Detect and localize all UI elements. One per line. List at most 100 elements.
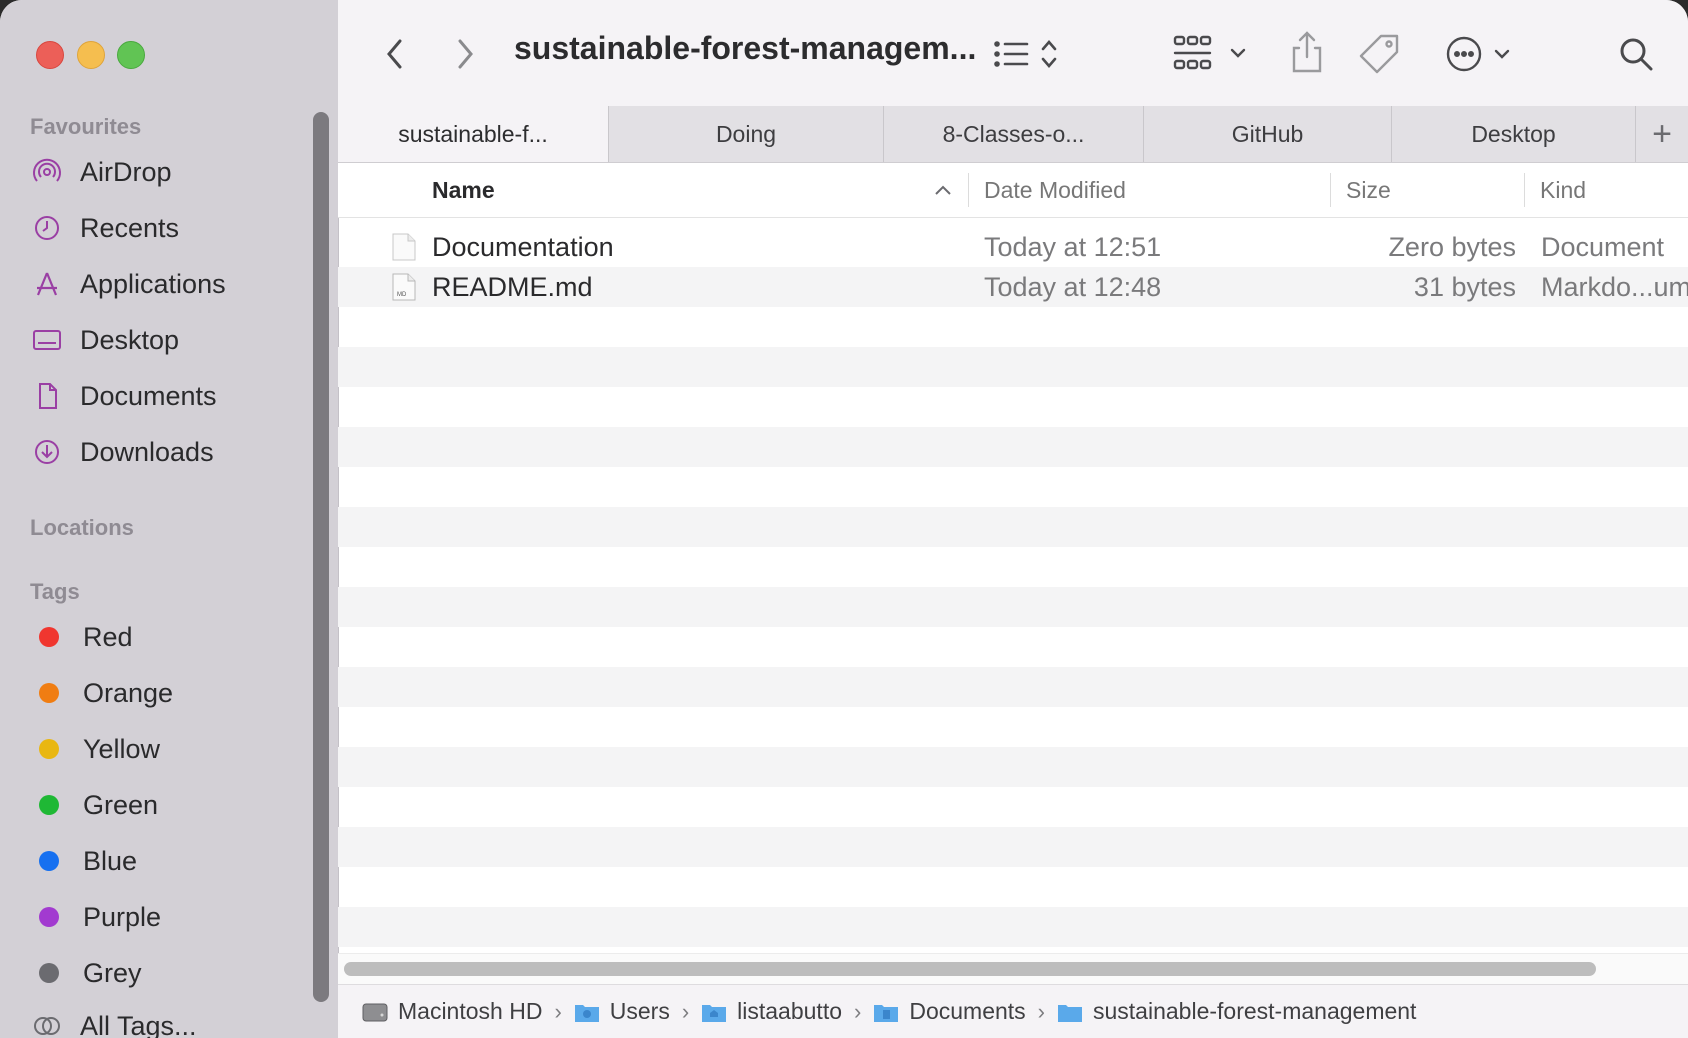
minimize-window-button[interactable]	[77, 41, 105, 69]
file-size: Zero bytes	[1388, 232, 1516, 262]
sidebar-item-label: AirDrop	[80, 156, 172, 187]
documents-folder-icon	[874, 1004, 899, 1022]
column-size[interactable]: Size	[1346, 177, 1391, 204]
search-icon	[1620, 38, 1653, 71]
tab-8-classes[interactable]: 8-Classes-o...	[884, 106, 1144, 162]
sidebar-item-airdrop[interactable]: AirDrop	[32, 150, 322, 194]
sidebar-tag-red[interactable]: Red	[32, 615, 322, 659]
sidebar-item-label: Orange	[83, 677, 174, 708]
list-view-icon	[994, 40, 1057, 68]
tag-icon	[1359, 34, 1399, 74]
share-icon	[1292, 31, 1322, 73]
applications-icon	[32, 269, 62, 299]
path-item-documents[interactable]: Documents	[873, 998, 1026, 1025]
sidebar-item-label: Purple	[83, 901, 162, 932]
sidebar-tag-blue[interactable]: Blue	[32, 839, 322, 883]
file-kind: Markdo...ument	[1541, 272, 1688, 302]
tag-color-dot	[39, 795, 59, 815]
sidebar-item-label: Blue	[83, 845, 138, 876]
document-icon	[32, 381, 62, 411]
sidebar-item-label: Applications	[80, 268, 226, 299]
sidebar-tag-orange[interactable]: Orange	[32, 671, 322, 715]
empty-rows	[338, 307, 1688, 947]
tab-bar: sustainable-f... Doing 8-Classes-o... Gi…	[338, 106, 1688, 163]
column-header: Name Date Modified Size Kind	[338, 163, 1688, 218]
path-separator: ›	[681, 998, 690, 1024]
forward-button[interactable]	[448, 34, 482, 74]
locations-heading: Locations	[30, 515, 134, 540]
tag-color-dot	[39, 851, 59, 871]
tag-color-dot	[39, 627, 59, 647]
file-name: README.md	[432, 272, 593, 302]
sort-ascending-icon[interactable]	[934, 183, 952, 197]
more-actions-button[interactable]	[1444, 32, 1518, 76]
tag-color-dot	[39, 963, 59, 983]
back-button[interactable]	[378, 34, 412, 74]
sidebar-tag-grey[interactable]: Grey	[32, 951, 322, 995]
hard-drive-icon	[362, 1003, 388, 1021]
tags-heading: Tags	[30, 579, 80, 604]
zoom-window-button[interactable]	[117, 41, 145, 69]
sidebar-item-applications[interactable]: Applications	[32, 262, 322, 306]
sidebar-item-label: Documents	[80, 380, 217, 411]
sidebar-item-recents[interactable]: Recents	[32, 206, 322, 250]
column-divider[interactable]	[1524, 173, 1525, 207]
file-kind: Document	[1541, 232, 1665, 262]
path-item-macintosh-hd[interactable]: Macintosh HD	[362, 998, 542, 1025]
chevron-left-icon	[387, 39, 402, 69]
sidebar-item-downloads[interactable]: Downloads	[32, 430, 322, 474]
column-date-modified[interactable]: Date Modified	[984, 177, 1126, 204]
view-options-button[interactable]	[992, 34, 1072, 74]
tab-github[interactable]: GitHub	[1144, 106, 1392, 162]
users-folder-icon	[574, 1004, 599, 1022]
window-title: sustainable-forest-managem...	[514, 30, 977, 66]
sidebar-tag-purple[interactable]: Purple	[32, 895, 322, 939]
share-button[interactable]	[1286, 28, 1328, 76]
path-label: listaabutto	[737, 998, 843, 1024]
search-button[interactable]	[1616, 32, 1656, 76]
group-by-button[interactable]	[1172, 30, 1256, 76]
close-window-button[interactable]	[36, 41, 64, 69]
path-label: Users	[609, 998, 670, 1024]
file-name: Documentation	[432, 232, 614, 262]
file-date: Today at 12:48	[984, 272, 1162, 302]
tab-sustainable-forest[interactable]: sustainable-f...	[338, 106, 609, 162]
column-divider[interactable]	[1330, 173, 1331, 207]
folder-icon	[1058, 1004, 1082, 1022]
column-name[interactable]: Name	[432, 177, 495, 204]
scrollbar-thumb[interactable]	[344, 962, 1596, 976]
path-separator: ›	[1037, 998, 1045, 1024]
download-icon	[32, 437, 62, 467]
sidebar-tag-green[interactable]: Green	[32, 783, 322, 827]
favourites-heading: Favourites	[30, 114, 142, 139]
path-item-home[interactable]: listaabutto	[701, 998, 842, 1025]
sidebar-item-documents[interactable]: Documents	[32, 374, 322, 418]
tab-desktop[interactable]: Desktop	[1392, 106, 1636, 162]
tag-color-dot	[39, 683, 59, 703]
ellipsis-circle-icon	[1446, 36, 1510, 72]
file-date: Today at 12:51	[984, 232, 1162, 262]
blank-file-icon	[392, 233, 416, 261]
airdrop-icon	[32, 157, 62, 187]
toolbar: sustainable-forest-managem...	[338, 0, 1688, 107]
path-item-users[interactable]: Users	[574, 998, 670, 1025]
path-separator: ›	[554, 998, 562, 1024]
column-divider[interactable]	[968, 173, 969, 207]
sidebar-all-tags[interactable]: All Tags...	[32, 1004, 322, 1038]
sidebar-tag-yellow[interactable]: Yellow	[32, 727, 322, 771]
table-row[interactable]: MD README.md Today at 12:48 31 bytes Mar…	[338, 267, 1688, 307]
path-item-current-folder[interactable]: sustainable-forest-management	[1057, 998, 1416, 1025]
sidebar-scrollbar[interactable]	[313, 112, 329, 1002]
tag-color-dot	[39, 739, 59, 759]
sidebar-item-label: Grey	[83, 957, 142, 988]
all-tags-icon	[32, 1011, 62, 1038]
sidebar-item-label: Downloads	[80, 436, 214, 467]
horizontal-scrollbar[interactable]	[338, 953, 1688, 984]
table-row[interactable]: Documentation Today at 12:51 Zero bytes …	[338, 227, 1688, 267]
new-tab-button[interactable]: +	[1636, 106, 1688, 162]
tag-button[interactable]	[1358, 30, 1402, 76]
sidebar-item-desktop[interactable]: Desktop	[32, 318, 322, 362]
tab-doing[interactable]: Doing	[609, 106, 884, 162]
column-kind[interactable]: Kind	[1540, 177, 1586, 204]
path-label: sustainable-forest-management	[1093, 998, 1417, 1024]
